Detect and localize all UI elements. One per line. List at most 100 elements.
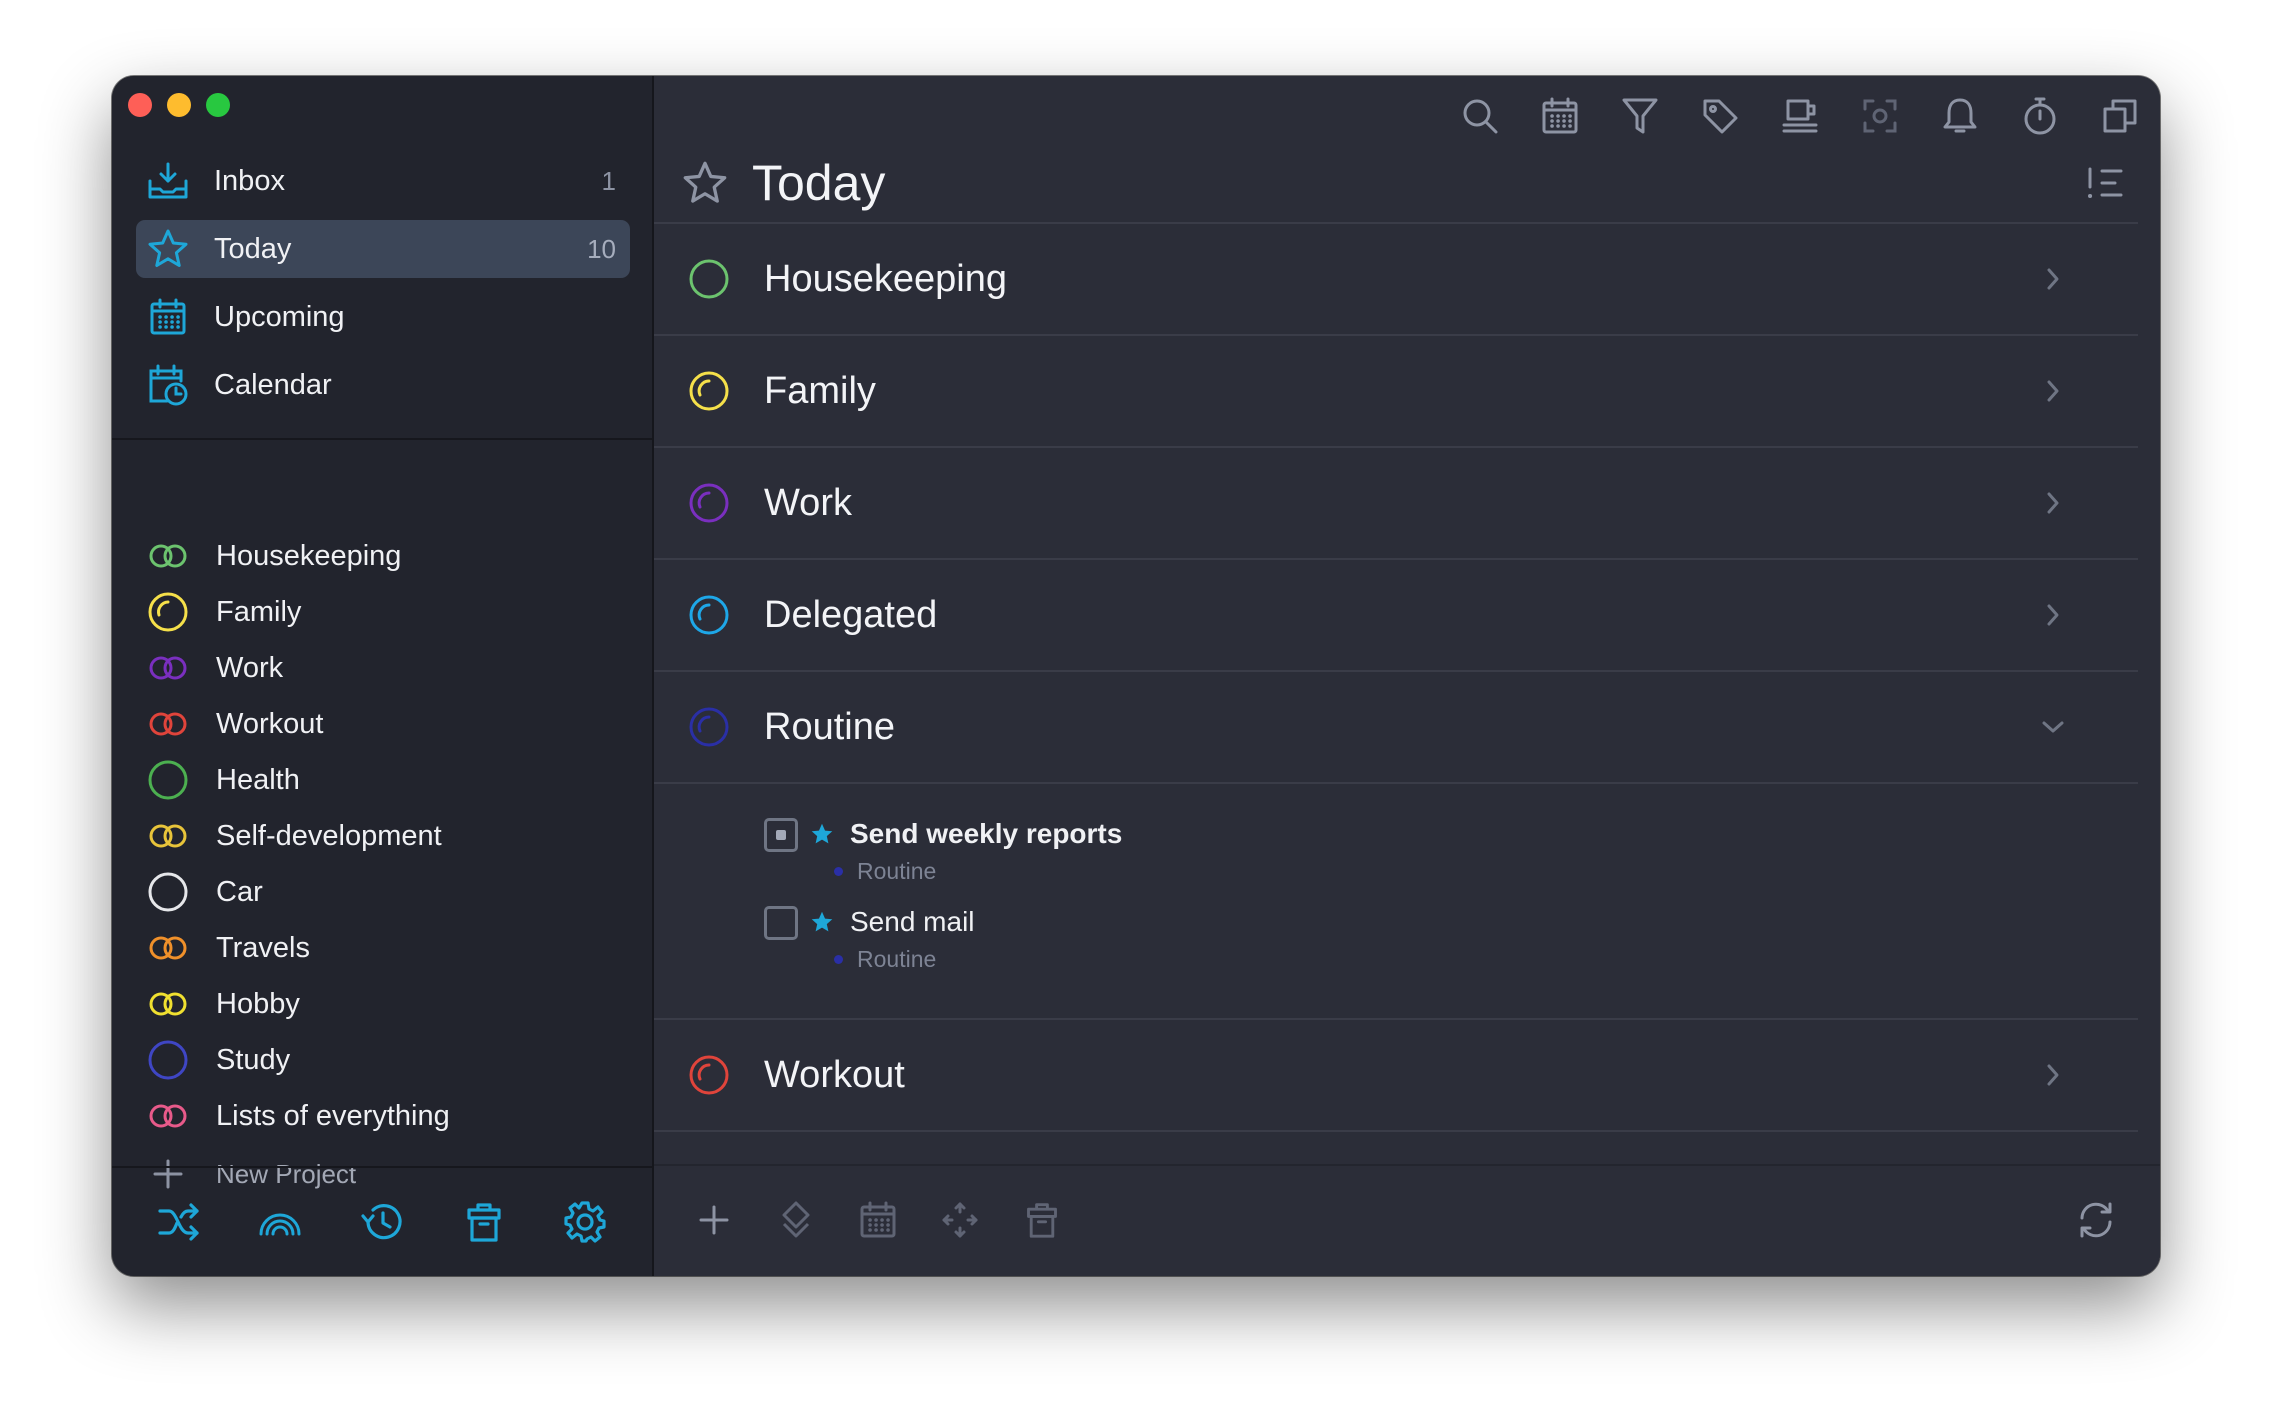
chevron-right-icon[interactable] [2036,486,2070,520]
sidebar-project-lists-of-everything[interactable]: Lists of everything [136,1088,630,1144]
chevron-down-icon[interactable] [2036,710,2070,744]
group-row-work[interactable]: Work [654,448,2138,560]
calendar-icon[interactable] [1534,90,1586,142]
project-list: Housekeeping Family Work Workout Health … [136,528,630,1202]
group-row-routine[interactable]: Routine [654,672,2138,784]
task-row[interactable]: Send mail Routine [654,902,2138,990]
task-actions [690,1196,1066,1244]
main-footer [654,1164,2160,1276]
pie-ring-icon [686,368,732,414]
chevron-right-icon[interactable] [2036,374,2070,408]
nav-label: Inbox [214,164,285,197]
sidebar-project-workout[interactable]: Workout [136,696,630,752]
rainbow-icon[interactable] [256,1198,304,1246]
project-label: Workout [216,707,324,740]
focus-icon[interactable] [1854,90,1906,142]
timer-icon[interactable] [2014,90,2066,142]
double-ring-icon [146,702,190,746]
sidebar-project-work[interactable]: Work [136,640,630,696]
project-dot [834,955,843,964]
project-label: Study [216,1043,291,1076]
trash-icon[interactable] [460,1198,508,1246]
chevron-right-icon[interactable] [2036,598,2070,632]
pie-ring-icon [146,590,190,634]
sidebar-project-self-development[interactable]: Self-development [136,808,630,864]
chevron-right-icon[interactable] [2036,262,2070,296]
nav-item-upcoming[interactable]: Upcoming [136,288,630,346]
tag-icon[interactable] [1694,90,1746,142]
project-label: Hobby [216,987,300,1020]
sidebar-divider [112,438,652,440]
pie-ring-icon [686,592,732,638]
nav-label: Upcoming [214,300,345,333]
gear-icon[interactable] [561,1198,609,1246]
trash-icon[interactable] [1018,1196,1066,1244]
shuffle-icon[interactable] [155,1198,203,1246]
sidebar-project-car[interactable]: Car [136,864,630,920]
close-window-button[interactable] [128,93,152,117]
add-icon[interactable] [690,1196,738,1244]
app-window: Inbox 1 Today 10 Upcoming Calendar House… [112,76,2160,1276]
group-row-delegated[interactable]: Delegated [654,560,2138,672]
group-title: Delegated [764,593,938,636]
coffee-cup-icon[interactable] [1774,90,1826,142]
task-checkbox[interactable] [764,906,798,940]
double-ring-icon [146,1094,190,1138]
sidebar-project-study[interactable]: Study [136,1032,630,1088]
sort-priority-icon[interactable] [2080,158,2130,208]
group-title: Housekeeping [764,257,1007,300]
move-icon[interactable] [936,1196,984,1244]
task-project-label: Routine [857,858,937,884]
ring-icon [686,256,732,302]
task-row[interactable]: Send weekly reports Routine [654,814,2138,902]
sidebar-project-travels[interactable]: Travels [136,920,630,976]
ring-icon [146,758,190,802]
search-icon[interactable] [1454,90,1506,142]
page-header: Today [680,146,2134,220]
double-ring-icon [146,534,190,578]
chevron-right-icon[interactable] [2036,1058,2070,1092]
group-row-workout[interactable]: Workout [654,1020,2138,1132]
star-icon [146,227,190,271]
group-title: Work [764,481,852,524]
project-label: Travels [216,931,310,964]
task-list: Housekeeping Family Work Delegated Routi… [654,224,2138,1240]
nav-item-today[interactable]: Today 10 [136,220,630,278]
sidebar-project-health[interactable]: Health [136,752,630,808]
priority-icon[interactable] [772,1196,820,1244]
sidebar-project-housekeeping[interactable]: Housekeeping [136,528,630,584]
sync-icon[interactable] [2072,1196,2120,1244]
sidebar-project-family[interactable]: Family [136,584,630,640]
double-ring-icon [146,814,190,858]
bell-icon[interactable] [1934,90,1986,142]
checkbox-marker [776,830,786,840]
minimize-window-button[interactable] [167,93,191,117]
history-icon[interactable] [358,1198,406,1246]
calendar-clock-icon [146,363,190,407]
inbox-count: 1 [601,165,616,196]
task-title: Send weekly reports [850,818,1123,849]
calendar-icon[interactable] [854,1196,902,1244]
page-title: Today [752,155,886,211]
group-row-family[interactable]: Family [654,336,2138,448]
pie-ring-icon [686,1052,732,1098]
project-label: Self-development [216,819,442,852]
ring-icon [146,1038,190,1082]
group-row-housekeeping[interactable]: Housekeeping [654,224,2138,336]
sidebar-project-hobby[interactable]: Hobby [136,976,630,1032]
project-label: Health [216,763,300,796]
task-project: Routine [834,858,936,885]
duplicate-window-icon[interactable] [2094,90,2146,142]
task-project-label: Routine [857,946,937,972]
window-controls [128,93,230,117]
ring-icon [146,870,190,914]
zoom-window-button[interactable] [206,93,230,117]
nav-item-inbox[interactable]: Inbox 1 [136,152,630,210]
project-dot [834,867,843,876]
toolbar [1454,90,2146,142]
task-checkbox[interactable] [764,818,798,852]
nav-item-calendar[interactable]: Calendar [136,356,630,414]
double-ring-icon [146,646,190,690]
double-ring-icon [146,926,190,970]
filter-icon[interactable] [1614,90,1666,142]
